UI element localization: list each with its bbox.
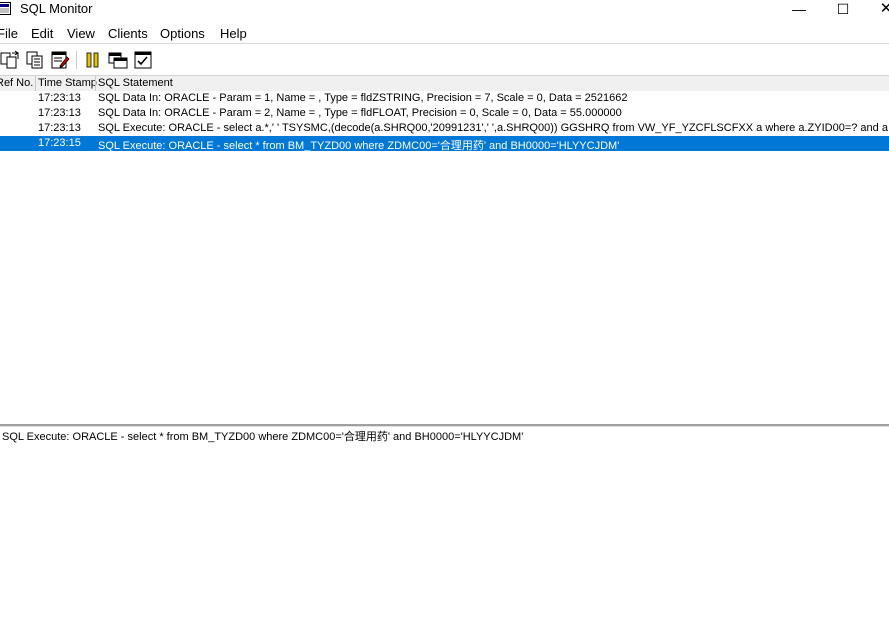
list-row-selected[interactable]: 17:23:15 SQL Execute: ORACLE - select * … — [0, 136, 889, 152]
edit-clear-icon[interactable] — [50, 50, 70, 70]
row-time-stamp: 17:23:13 — [38, 92, 81, 104]
window-icon[interactable] — [108, 50, 128, 70]
row-time-stamp: 17:23:13 — [38, 107, 81, 119]
maximize-button[interactable]: ☐ — [823, 0, 863, 18]
list-row[interactable]: 17:23:13 SQL Execute: ORACLE - select a.… — [0, 121, 889, 136]
pause-icon[interactable] — [83, 50, 103, 70]
title-bar: SQL Monitor — ☐ ✕ — [0, 0, 889, 18]
list-header: Ref No. Time Stamp SQL Statement — [0, 75, 889, 92]
window-title: SQL Monitor — [20, 1, 93, 16]
statement-detail-text: SQL Execute: ORACLE - select * from BM_T… — [2, 431, 524, 443]
toolbar — [0, 48, 889, 74]
copy-to-log-icon[interactable] — [0, 50, 20, 70]
row-time-stamp: 17:23:15 — [38, 137, 81, 149]
sql-statement-list[interactable]: 17:23:13 SQL Data In: ORACLE - Param = 1… — [0, 91, 889, 424]
column-header-ref-no[interactable]: Ref No. — [0, 77, 33, 89]
row-sql-statement: SQL Execute: ORACLE - select a.*,' ' TSY… — [98, 122, 889, 134]
row-sql-statement: SQL Data In: ORACLE - Param = 2, Name = … — [98, 107, 622, 119]
row-sql-statement: SQL Data In: ORACLE - Param = 1, Name = … — [98, 92, 628, 104]
menu-clients[interactable]: Clients — [108, 26, 148, 41]
minimize-button[interactable]: — — [779, 0, 819, 18]
menu-options[interactable]: Options — [160, 26, 205, 41]
checklist-icon[interactable] — [133, 50, 153, 70]
column-header-sql-statement[interactable]: SQL Statement — [98, 77, 173, 89]
copy-icon[interactable] — [25, 50, 45, 70]
column-divider[interactable] — [95, 76, 96, 91]
toolbar-separator — [76, 51, 77, 69]
menu-edit[interactable]: Edit — [31, 26, 53, 41]
menu-file[interactable]: File — [0, 26, 18, 41]
column-divider[interactable] — [35, 76, 36, 91]
list-row[interactable]: 17:23:13 SQL Data In: ORACLE - Param = 2… — [0, 106, 889, 121]
menu-help[interactable]: Help — [220, 26, 247, 41]
row-time-stamp: 17:23:13 — [38, 122, 81, 134]
statement-detail-pane[interactable]: SQL Execute: ORACLE - select * from BM_T… — [0, 427, 889, 629]
menu-view[interactable]: View — [67, 26, 95, 41]
sql-monitor-app-icon — [0, 2, 11, 15]
list-row[interactable]: 17:23:13 SQL Data In: ORACLE - Param = 1… — [0, 91, 889, 106]
column-header-time-stamp[interactable]: Time Stamp — [38, 77, 97, 89]
menu-bar: File Edit View Clients Options Help — [0, 23, 889, 44]
close-button[interactable]: ✕ — [866, 0, 889, 18]
row-sql-statement: SQL Execute: ORACLE - select * from BM_T… — [98, 140, 620, 152]
